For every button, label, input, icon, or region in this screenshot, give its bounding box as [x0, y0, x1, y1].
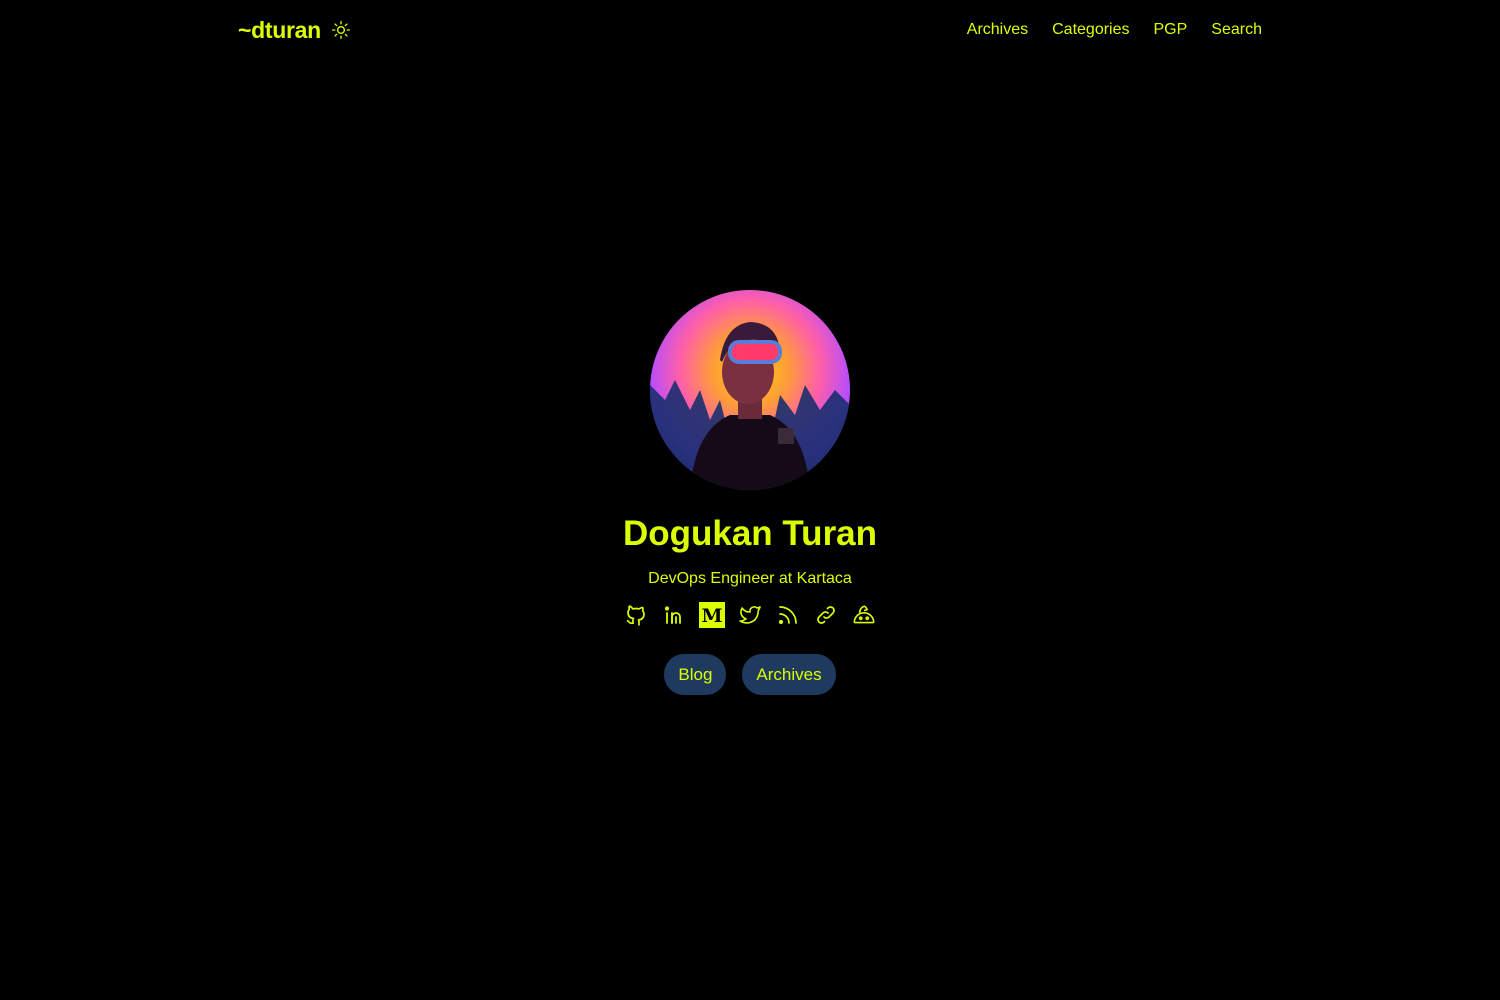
linkedin-icon[interactable]	[661, 602, 687, 628]
avatar	[650, 290, 850, 490]
rss-icon[interactable]	[775, 602, 801, 628]
site-logo[interactable]: ~dturan	[238, 17, 321, 44]
sun-icon[interactable]	[331, 20, 351, 40]
main-nav: Archives Categories PGP Search	[967, 21, 1262, 39]
site-header: ~dturan Archives Categories PGP Search	[238, 0, 1262, 60]
link-icon[interactable]	[813, 602, 839, 628]
action-buttons: Blog Archives	[664, 654, 836, 695]
medium-icon[interactable]: M	[699, 602, 725, 628]
blog-button[interactable]: Blog	[664, 654, 727, 695]
nav-pgp[interactable]: PGP	[1154, 21, 1188, 39]
svg-text:M: M	[701, 605, 722, 627]
profile-name: Dogukan Turan	[622, 514, 878, 553]
nav-search[interactable]: Search	[1211, 21, 1262, 39]
social-links: M	[623, 602, 877, 628]
profile-tagline: DevOps Engineer at Kartaca	[648, 570, 852, 587]
nav-archives[interactable]: Archives	[967, 21, 1028, 39]
brand: ~dturan	[238, 17, 351, 44]
kofi-icon[interactable]	[851, 602, 877, 628]
github-icon[interactable]	[623, 602, 649, 628]
archives-button[interactable]: Archives	[742, 654, 836, 695]
twitter-icon[interactable]	[737, 602, 763, 628]
profile-section: Dogukan Turan DevOps Engineer at Kartaca…	[0, 290, 1500, 695]
nav-categories[interactable]: Categories	[1052, 21, 1129, 39]
